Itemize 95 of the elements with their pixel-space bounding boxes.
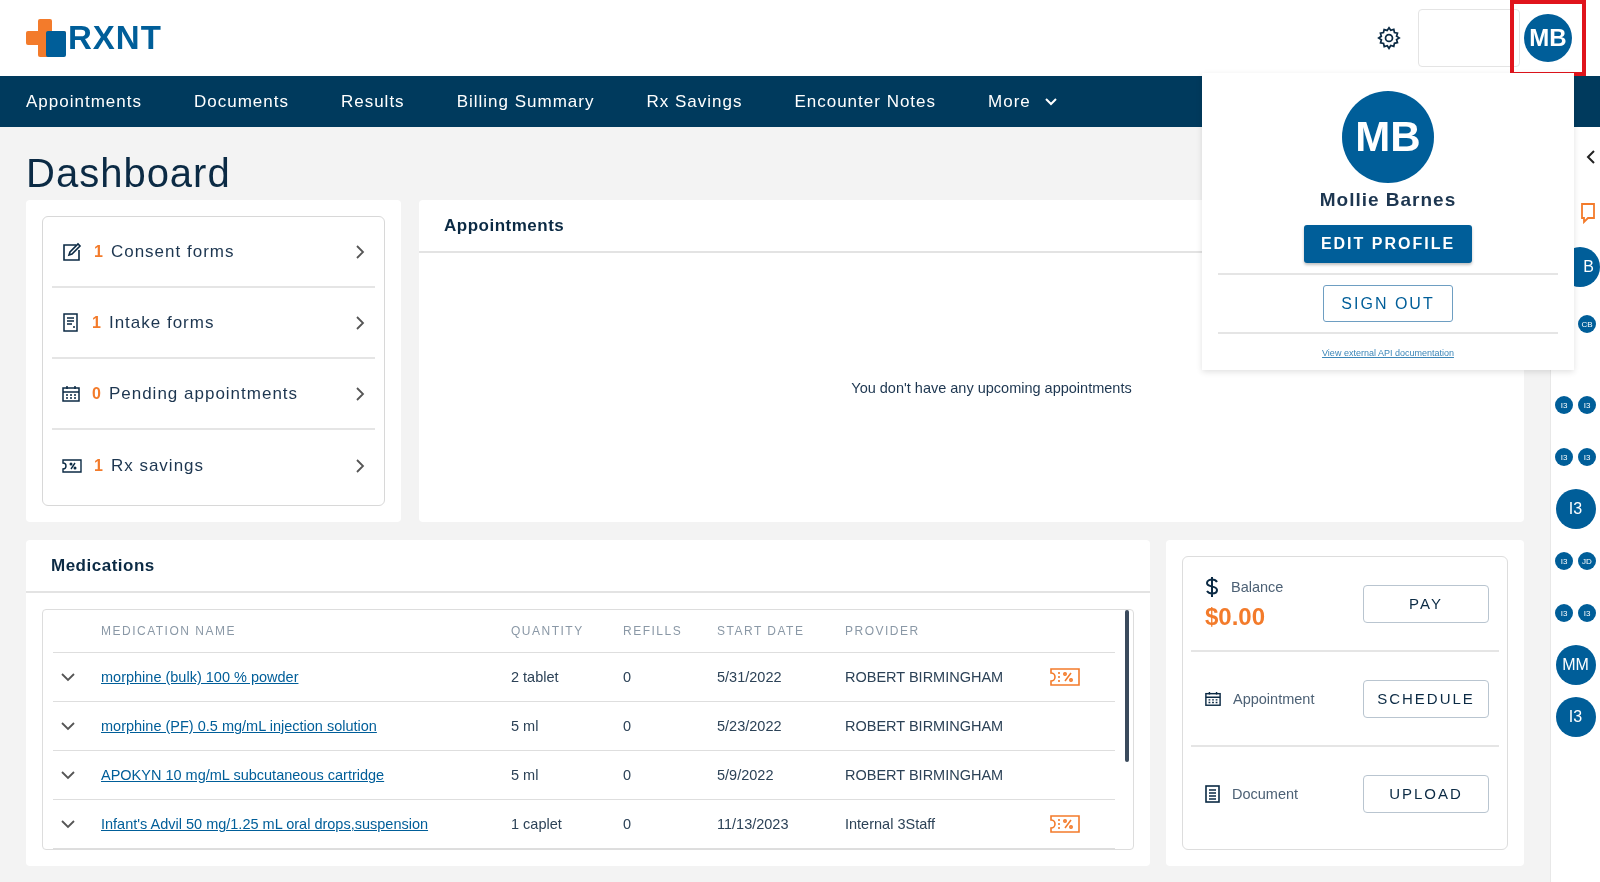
coupon-icon[interactable] [1050,668,1080,686]
chevron-right-icon [355,314,365,331]
profile-avatar-large: MB [1342,91,1434,183]
chevron-right-icon [355,457,365,474]
edit-profile-button[interactable]: EDIT PROFILE [1304,225,1472,263]
nav-link[interactable]: Appointments [26,91,142,112]
nav-menu[interactable]: More [988,91,1057,112]
user-avatar[interactable]: I3 [1578,604,1596,622]
user-avatar[interactable]: MM [1555,645,1596,685]
coupon-icon [62,458,82,473]
column-header: QUANTITY [511,624,585,638]
document-icon [62,312,80,333]
user-avatar[interactable]: I3 [1555,396,1573,414]
action-button[interactable]: UPLOAD [1363,774,1489,813]
user-avatar[interactable]: I3 [1555,448,1573,466]
task-item[interactable]: 1 Consent forms [52,217,375,288]
task-item[interactable]: 0 Pending appointments [52,359,375,430]
task-label: Rx savings [110,455,206,476]
table-cell-text: ROBERT BIRMINGHAM [845,767,1005,783]
table-cell-text: 5/31/2022 [717,669,783,685]
table-cell-text: Internal 3Staff [845,816,937,832]
user-avatar[interactable]: I3 [1555,604,1573,622]
edit-form-icon [62,241,82,262]
empty-message: You don't have any upcoming appointments [851,379,1132,396]
balance-label: Balance [1231,578,1284,595]
column-header: MEDICATION NAME [101,624,237,638]
table-cell-text: 0 [623,669,633,685]
nav-link[interactable]: Encounter Notes [794,91,937,112]
coupon-icon[interactable] [1050,815,1080,833]
medication-link[interactable]: APOKYN 10 mg/mL subcutaneous cartridge [101,767,511,783]
user-avatar[interactable]: JD [1578,552,1596,570]
cross-logo-icon [26,19,66,57]
nav-link[interactable]: Rx Savings [646,91,743,112]
column-header: START DATE [717,624,806,638]
table-cell-text: 2 tablet [511,669,560,685]
card-title: Medications [26,540,1150,593]
api-docs-link[interactable]: View external API documentation [1322,348,1454,358]
document-icon [1205,784,1220,803]
caret-icon [1044,97,1057,106]
chevron-down-icon[interactable] [61,770,75,780]
table-cell-text: ROBERT BIRMINGHAM [845,718,1005,734]
chevron-left-icon[interactable] [1586,150,1596,164]
user-avatar[interactable]: I3 [1578,448,1596,466]
user-avatar[interactable]: CB [1578,315,1596,333]
calendar-icon [1205,690,1221,707]
nav-link[interactable]: Results [340,91,405,112]
medication-link[interactable]: morphine (bulk) 100 % powder [101,669,511,685]
user-avatar[interactable]: I3 [1555,489,1596,529]
table-cell-text: 0 [623,767,633,783]
user-avatar[interactable]: I3 [1555,552,1573,570]
chat-bubble-icon[interactable] [1580,202,1596,224]
table-cell-text: 5 ml [511,767,540,783]
table-cell-text: 1 caplet [511,816,563,832]
task-label: Pending appointments [108,383,300,404]
settings-icon[interactable] [1376,25,1402,51]
user-avatar[interactable]: I3 [1578,396,1596,414]
column-header: REFILLS [623,624,684,638]
sign-out-button[interactable]: SIGN OUT [1323,285,1453,322]
table-cell-text: 11/13/2023 [717,816,790,832]
logo-text: RXNT [68,19,162,57]
chevron-down-icon[interactable] [61,819,75,829]
action-label: Document [1232,785,1299,802]
task-item[interactable]: 1 Intake forms [52,288,375,359]
chevron-down-icon[interactable] [61,672,75,682]
task-count: 0 [92,384,101,403]
balance-amount: $0.00 [1205,602,1267,631]
task-label: Consent forms [110,241,236,262]
user-avatar[interactable]: I3 [1555,697,1596,737]
profile-avatar[interactable]: MB [1524,14,1572,62]
dollar-icon [1205,576,1219,597]
table-cell-text: ROBERT BIRMINGHAM [845,669,1005,685]
chevron-right-icon [355,243,365,260]
table-cell-text: 5/9/2022 [717,767,775,783]
nav-link[interactable]: Billing Summary [456,91,595,112]
table-cell-text: 5 ml [511,718,540,734]
chevron-right-icon [355,385,365,402]
table-cell-text: 0 [623,718,633,734]
page-title: Dashboard [26,150,231,197]
pay-button[interactable]: PAY [1363,584,1489,623]
column-header: PROVIDER [845,624,921,638]
chevron-down-icon[interactable] [61,721,75,731]
task-count: 1 [92,313,101,332]
action-button[interactable]: SCHEDULE [1363,679,1489,718]
task-count: 1 [94,456,103,475]
task-label: Intake forms [108,312,216,333]
task-count: 1 [94,242,103,261]
nav-link[interactable]: Documents [193,91,289,112]
table-cell-text: 5/23/2022 [717,718,783,734]
action-label: Appointment [1233,690,1315,707]
scrollbar[interactable] [1125,610,1129,762]
table-cell-text: 0 [623,816,633,832]
task-item[interactable]: 1 Rx savings [52,430,375,501]
calendar-icon [62,384,80,403]
medication-link[interactable]: Infant's Advil 50 mg/1.25 mL oral drops,suspension [101,816,511,832]
medication-link[interactable]: morphine (PF) 0.5 mg/mL injection solution [101,718,511,734]
